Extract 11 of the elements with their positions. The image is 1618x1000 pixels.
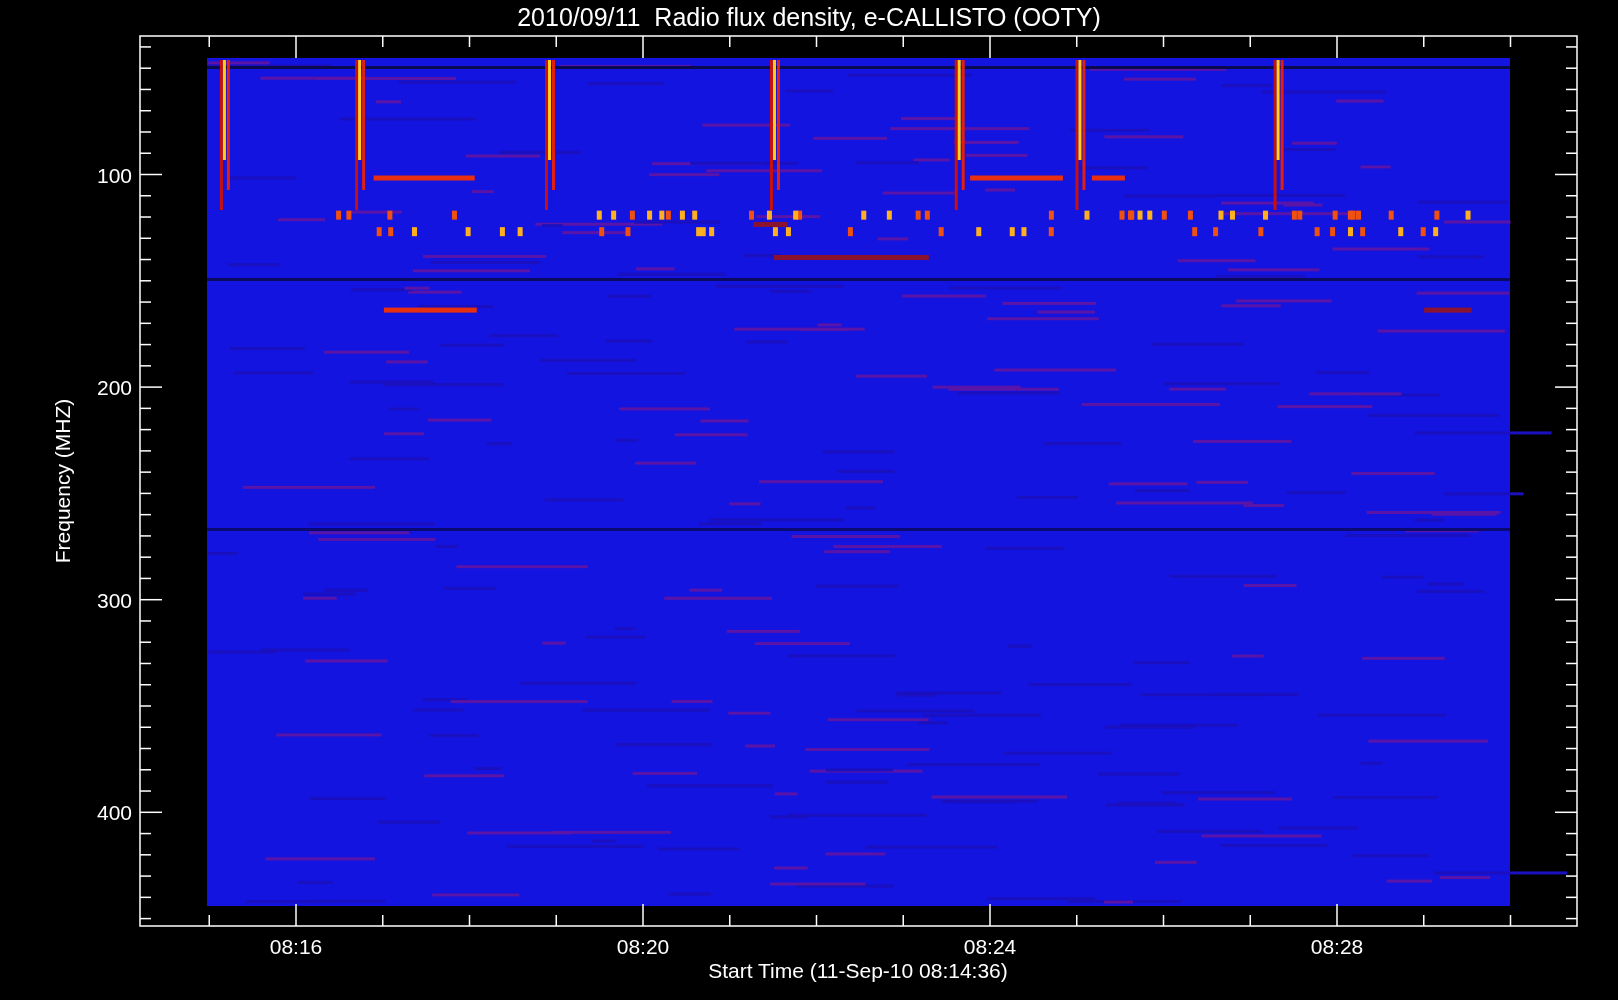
x-tick-label: 08:16 (269, 935, 323, 958)
x-tick-label: 08:20 (616, 935, 670, 958)
y-tick-label: 300 (96, 588, 132, 612)
x-tick-label: 08:24 (963, 935, 1017, 958)
x-tick-label: 08:28 (1310, 935, 1364, 958)
y-tick-label: 400 (96, 801, 132, 825)
x-axis-label: Start Time (11-Sep-10 08:14:36) (708, 959, 1008, 982)
y-tick-label: 100 (96, 163, 132, 187)
chart-title: 2010/09/11 Radio flux density, e-CALLISTO (OOTY) (517, 3, 1101, 31)
y-tick-label: 200 (96, 376, 132, 400)
y-axis-label: Frequency (MHZ) (51, 398, 74, 564)
